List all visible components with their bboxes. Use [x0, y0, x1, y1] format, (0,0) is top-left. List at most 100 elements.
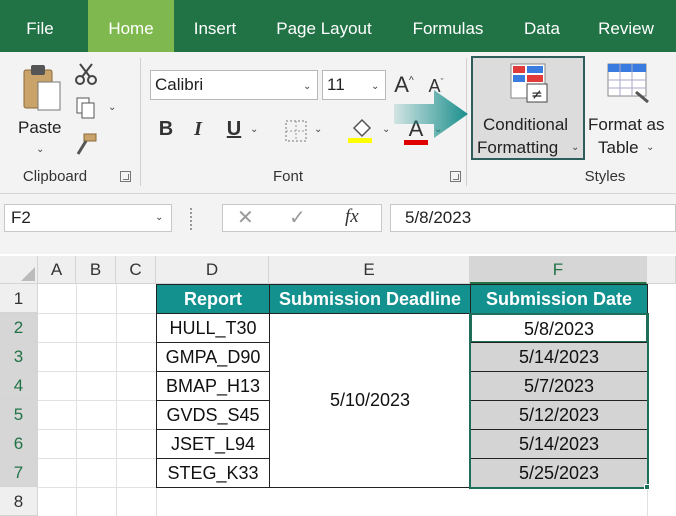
- submission-date-cell-active[interactable]: 5/8/2023: [470, 313, 648, 343]
- ribbon-tab-bar: File Home Insert Page Layout Formulas Da…: [0, 0, 676, 52]
- bold-button[interactable]: B: [154, 118, 178, 141]
- name-box[interactable]: F2 ⌄: [4, 204, 172, 232]
- borders-icon[interactable]: [285, 120, 307, 142]
- name-box-dropdown-icon: ⌄: [155, 212, 164, 223]
- column-header-a[interactable]: A: [38, 256, 76, 284]
- row-header-5[interactable]: 5: [0, 400, 38, 429]
- row-header-4[interactable]: 4: [0, 371, 38, 400]
- fill-handle[interactable]: [644, 484, 650, 490]
- tab-file[interactable]: File: [8, 0, 72, 52]
- deadline-merged-cell[interactable]: 5/10/2023: [269, 313, 471, 488]
- fill-color-dropdown-icon[interactable]: ⌄: [382, 124, 390, 135]
- clipboard-launcher-icon[interactable]: [120, 171, 131, 182]
- clipboard-group-label: Clipboard: [22, 168, 88, 185]
- gridline: [38, 400, 156, 401]
- format-as-table-label-2: Table: [598, 138, 639, 157]
- gridline: [38, 458, 156, 459]
- insert-function-button[interactable]: fx: [345, 206, 359, 228]
- tab-formulas[interactable]: Formulas: [400, 0, 496, 52]
- paste-icon: [23, 65, 61, 111]
- row-header-6[interactable]: 6: [0, 429, 38, 458]
- submission-date-cell[interactable]: 5/7/2023: [470, 371, 648, 401]
- conditional-formatting-button[interactable]: ≠ Conditional Formatting ⌄: [471, 56, 585, 160]
- report-cell[interactable]: GMPA_D90: [156, 342, 270, 372]
- arrow-pointer-icon: [394, 90, 468, 138]
- report-cell[interactable]: STEG_K33: [156, 458, 270, 488]
- gridline: [38, 487, 156, 488]
- formula-buttons: ✕ ✓ fx: [222, 204, 382, 232]
- worksheet-grid[interactable]: A B C D E F 1 2 3 4 5 6 7 8 Report Submi…: [0, 256, 676, 516]
- report-cell[interactable]: JSET_L94: [156, 429, 270, 459]
- name-box-value: F2: [11, 208, 31, 227]
- tab-insert[interactable]: Insert: [180, 0, 250, 52]
- select-all-corner[interactable]: [0, 256, 38, 284]
- copy-dropdown-icon[interactable]: ⌄: [108, 102, 116, 113]
- tab-review[interactable]: Review: [590, 0, 662, 52]
- table-header-report[interactable]: Report: [156, 284, 270, 314]
- format-as-table-label-1: Format as: [588, 115, 665, 134]
- conditional-formatting-label-2: Formatting: [477, 138, 559, 157]
- formula-bar: F2 ⌄ ✕ ✓ fx 5/8/2023: [0, 194, 676, 254]
- italic-button[interactable]: I: [186, 118, 210, 141]
- column-header-c[interactable]: C: [116, 256, 156, 284]
- submission-date-cell[interactable]: 5/14/2023: [470, 429, 648, 459]
- font-group-label: Font: [272, 168, 303, 185]
- font-size-value: 11: [327, 75, 345, 94]
- tab-data[interactable]: Data: [512, 0, 572, 52]
- row-header-7[interactable]: 7: [0, 458, 38, 487]
- font-size-select[interactable]: 11 ⌄: [322, 70, 386, 100]
- gridline: [38, 371, 156, 372]
- font-name-select[interactable]: Calibri ⌄: [150, 70, 318, 100]
- underline-dropdown-icon[interactable]: ⌄: [250, 124, 258, 135]
- format-as-table-button[interactable]: Format as Table ⌄: [588, 56, 676, 160]
- column-header-d[interactable]: D: [156, 256, 269, 284]
- formula-bar-grip[interactable]: [190, 208, 193, 230]
- select-all-icon: [21, 267, 35, 281]
- report-cell[interactable]: HULL_T30: [156, 313, 270, 343]
- submission-date-cell[interactable]: 5/25/2023: [470, 458, 648, 488]
- fill-color-icon[interactable]: [348, 114, 374, 144]
- row-header-2[interactable]: 2: [0, 313, 38, 342]
- tab-page-layout[interactable]: Page Layout: [266, 0, 382, 52]
- row-header-8[interactable]: 8: [0, 487, 38, 516]
- font-size-dropdown-icon: ⌄: [371, 81, 380, 92]
- paste-button[interactable]: Paste ⌄: [12, 60, 68, 160]
- format-as-table-dropdown-icon: ⌄: [646, 142, 655, 153]
- gridline: [38, 429, 156, 430]
- row-header-3[interactable]: 3: [0, 342, 38, 371]
- cut-icon[interactable]: [74, 62, 98, 86]
- column-header-g[interactable]: [647, 256, 676, 284]
- copy-icon[interactable]: [74, 96, 98, 120]
- conditional-formatting-dropdown-icon: ⌄: [571, 142, 580, 153]
- formula-input[interactable]: 5/8/2023: [390, 204, 676, 232]
- report-cell[interactable]: BMAP_H13: [156, 371, 270, 401]
- column-header-f[interactable]: F: [470, 256, 647, 284]
- tab-home[interactable]: Home: [88, 0, 174, 52]
- conditional-formatting-label-1: Conditional: [483, 115, 569, 134]
- enter-icon[interactable]: ✓: [289, 205, 306, 230]
- paste-label: Paste: [18, 118, 62, 137]
- submission-date-cell[interactable]: 5/12/2023: [470, 400, 648, 430]
- conditional-formatting-icon: ≠: [510, 63, 548, 103]
- gridline: [38, 342, 156, 343]
- font-name-value: Calibri: [155, 75, 204, 94]
- submission-date-cell[interactable]: 5/14/2023: [470, 342, 648, 372]
- column-header-e[interactable]: E: [269, 256, 470, 284]
- format-painter-icon[interactable]: [74, 132, 98, 156]
- styles-group-label: Styles: [584, 168, 626, 185]
- font-name-dropdown-icon: ⌄: [303, 81, 312, 92]
- report-cell[interactable]: GVDS_S45: [156, 400, 270, 430]
- underline-button[interactable]: U: [222, 118, 246, 141]
- row-header-1[interactable]: 1: [0, 284, 38, 313]
- column-header-b[interactable]: B: [76, 256, 116, 284]
- format-as-table-icon: [607, 63, 649, 104]
- gridline: [38, 313, 156, 314]
- borders-dropdown-icon[interactable]: ⌄: [314, 124, 322, 135]
- paste-dropdown-icon: ⌄: [36, 144, 45, 155]
- group-separator: [140, 58, 141, 186]
- cancel-icon[interactable]: ✕: [237, 205, 254, 230]
- table-header-submission-date[interactable]: Submission Date: [470, 284, 648, 314]
- svg-text:≠: ≠: [531, 87, 543, 103]
- table-header-deadline[interactable]: Submission Deadline: [269, 284, 471, 314]
- font-launcher-icon[interactable]: [450, 171, 461, 182]
